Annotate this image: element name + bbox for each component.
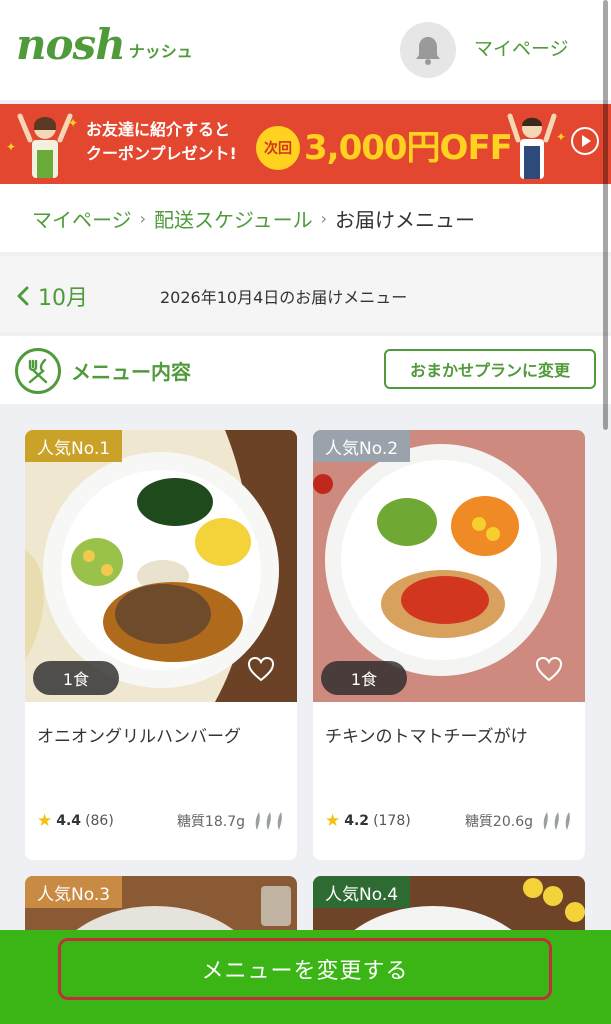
banner-line-2: クーポンプレゼント!: [86, 144, 237, 163]
play-icon[interactable]: [570, 126, 600, 156]
popularity-rank-badge: 人気No.1: [25, 430, 123, 462]
menu-content-title: メニュー内容: [71, 360, 191, 384]
previous-month-button[interactable]: 10月: [14, 280, 88, 312]
quantity-badge: 1食: [33, 661, 119, 695]
review-count: (86): [85, 813, 114, 829]
banner-line-1: お友達に紹介すると: [86, 120, 231, 139]
notification-button[interactable]: [400, 22, 456, 78]
banner-next-badge: 次回: [256, 126, 300, 170]
chevron-right-icon: ›: [139, 208, 147, 228]
logo-main-text: nosh: [16, 20, 126, 69]
spice-icon: [543, 812, 570, 830]
menu-name: オニオングリルハンバーグ: [37, 727, 241, 747]
review-count: (178): [373, 813, 411, 829]
rating-value: 4.4: [56, 813, 82, 829]
rating-value: 4.2: [344, 813, 370, 829]
popularity-rank-badge: 人気No.3: [25, 876, 123, 908]
bell-icon: [416, 37, 440, 65]
chevron-left-icon: [17, 286, 29, 306]
breadcrumb-delivery-schedule[interactable]: 配送スケジュール: [154, 204, 313, 233]
menu-content-header: メニュー内容 おまかせプランに変更: [0, 336, 611, 404]
breadcrumb-current: お届けメニュー: [335, 207, 476, 232]
menu-meta: ★ 4.4 (86) 糖質18.7g: [37, 810, 289, 832]
bottom-action-bar: メニューを変更する: [0, 930, 611, 1024]
chevron-right-icon: ›: [320, 208, 328, 228]
carb-value: 糖質20.6g: [464, 814, 533, 830]
popularity-rank-badge: 人気No.2: [313, 430, 411, 462]
change-menu-button[interactable]: メニューを変更する: [58, 938, 552, 1000]
star-icon: ★: [325, 811, 341, 831]
app-header: nosh ナッシュ マイページ: [0, 0, 611, 100]
page-title: 2026年10月4日のお届けメニュー: [160, 288, 408, 307]
quantity-badge: 1食: [321, 661, 407, 695]
man-illustration-right: [507, 113, 557, 179]
menu-meta: ★ 4.2 (178) 糖質20.6g: [325, 810, 577, 832]
star-icon: ★: [37, 811, 53, 831]
heart-icon[interactable]: [535, 656, 563, 682]
menu-name: チキンのトマトチーズがけ: [325, 727, 528, 747]
banner-text: お友達に紹介すると クーポンプレゼント!: [86, 118, 237, 166]
change-to-auto-plan-button[interactable]: おまかせプランに変更: [384, 349, 596, 389]
menu-card[interactable]: 人気No.1 1食 オニオングリルハンバーグ ★ 4.4 (86) 糖質18.7…: [25, 430, 297, 860]
previous-month-label: 10月: [38, 286, 88, 311]
heart-icon[interactable]: [247, 656, 275, 682]
fork-knife-icon: [15, 348, 61, 394]
breadcrumb: マイページ › 配送スケジュール › お届けメニュー: [0, 184, 611, 252]
spice-icon: [255, 812, 282, 830]
menu-card[interactable]: 人気No.2 1食 チキンのトマトチーズがけ ★ 4.2 (178) 糖質20.…: [313, 430, 585, 860]
mypage-link[interactable]: マイページ: [474, 34, 569, 61]
scrollbar[interactable]: [603, 0, 608, 430]
popularity-rank-badge: 人気No.4: [313, 876, 411, 908]
logo-sub-text: ナッシュ: [128, 42, 193, 61]
breadcrumb-mypage[interactable]: マイページ: [32, 204, 132, 233]
referral-banner[interactable]: ✦ ✦ お友達に紹介すると クーポンプレゼント! 次回 3,000円OFF ✦: [0, 104, 611, 184]
banner-discount: 3,000円OFF: [304, 128, 513, 168]
carb-value: 糖質18.7g: [176, 814, 245, 830]
nosh-logo[interactable]: nosh ナッシュ: [16, 24, 193, 66]
